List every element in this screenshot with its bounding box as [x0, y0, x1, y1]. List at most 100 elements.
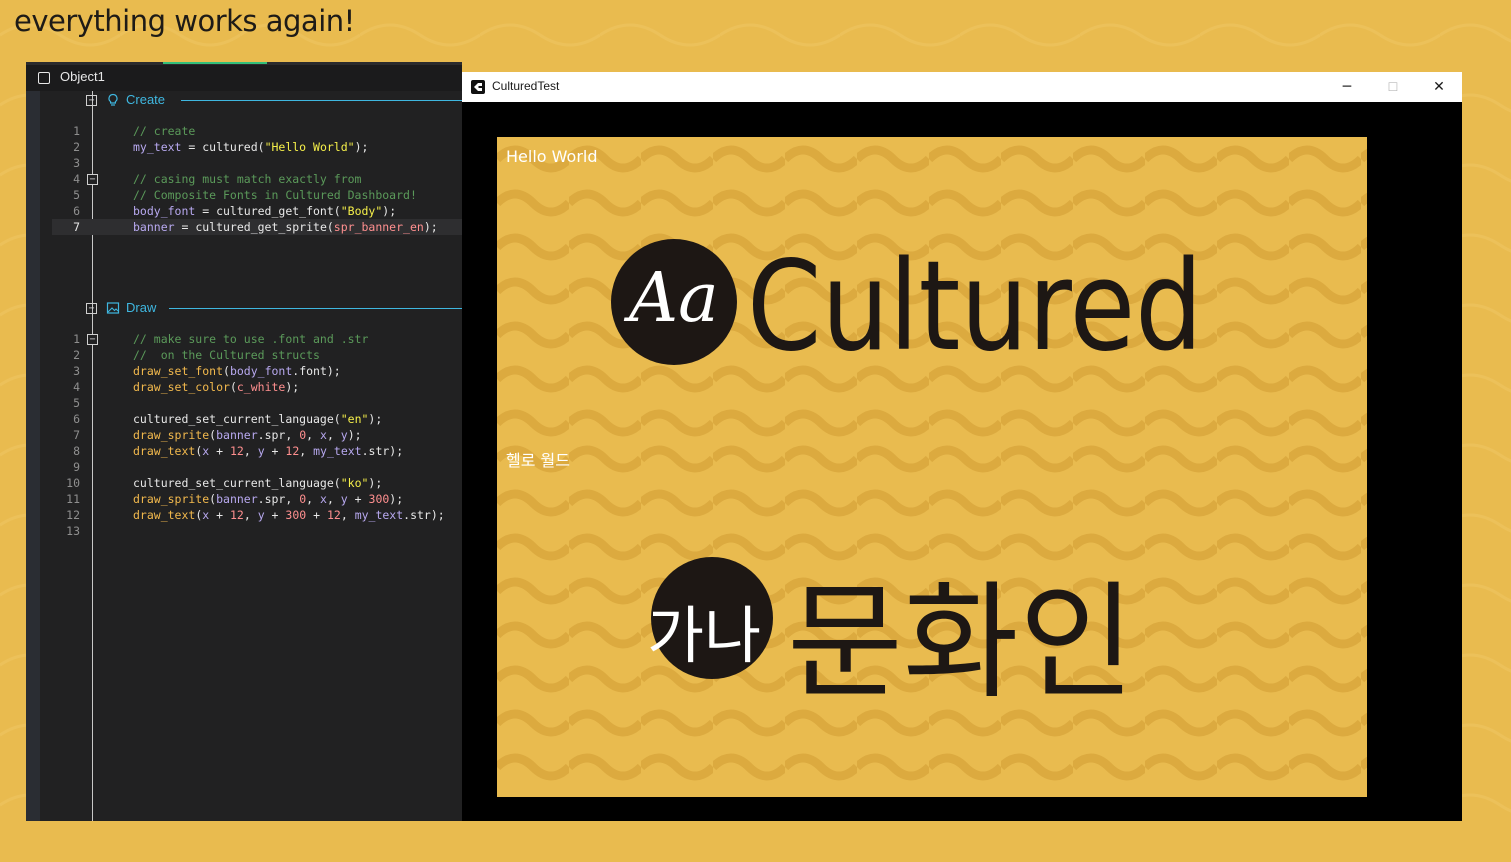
- code-line[interactable]: 3 draw_set_font(body_font.font);: [52, 363, 462, 379]
- section-divider: [181, 100, 462, 101]
- code-token: ,: [243, 444, 258, 458]
- banner-ko: 헬로 월드 가나 문화인: [497, 437, 1367, 797]
- draw-event-label: Draw: [126, 300, 157, 315]
- code-token: spr_banner_en: [333, 220, 424, 234]
- code-line[interactable]: 5 // Composite Fonts in Cultured Dashboar…: [52, 187, 462, 203]
- code-line[interactable]: 4 draw_set_color(c_white);: [52, 379, 462, 395]
- code-line[interactable]: 2 // on the Cultured structs: [52, 347, 462, 363]
- code-token: banner: [133, 220, 175, 234]
- code-text: my_text = cultured("Hello World");: [133, 139, 368, 155]
- logo-mark: 가나: [647, 599, 762, 672]
- code-token: c_white: [236, 380, 286, 394]
- line-number: 4: [73, 172, 80, 186]
- code-token: my_text: [313, 444, 362, 458]
- game-canvas[interactable]: Hello World Aa Cultured 헬로 월드 가나 문화인: [462, 102, 1462, 821]
- code-token: .str);: [403, 508, 445, 522]
- code-token: draw_sprite: [133, 428, 210, 442]
- code-text: draw_set_font(body_font.font);: [133, 363, 341, 379]
- line-number: 12: [66, 508, 80, 522]
- code-token: draw_text: [133, 508, 196, 522]
- code-token: ,: [306, 428, 320, 442]
- code-token: x: [320, 428, 327, 442]
- code-token: );: [423, 220, 438, 234]
- collapse-icon[interactable]: −: [86, 95, 97, 106]
- code-line[interactable]: 2 my_text = cultured("Hello World");: [52, 139, 462, 155]
- code-token: +: [347, 492, 369, 506]
- code-token: .font);: [292, 364, 341, 378]
- code-line[interactable]: 12 draw_text(x + 12, y + 300 + 12, my_tex…: [52, 507, 462, 523]
- code-token: .spr,: [257, 492, 300, 506]
- code-text: draw_text(x + 12, y + 12, my_text.str);: [133, 443, 403, 459]
- code-token: body_font: [133, 204, 196, 218]
- create-event-header[interactable]: − Create: [86, 92, 462, 110]
- code-line[interactable]: 7 banner = cultured_get_sprite(spr_banner…: [52, 219, 462, 235]
- code-line[interactable]: 10 cultured_set_current_language("ko");: [52, 475, 462, 491]
- code-line[interactable]: 11 draw_sprite(banner.spr, 0, x, y + 300)…: [52, 491, 462, 507]
- code-line[interactable]: 9: [52, 459, 462, 475]
- code-token: "en": [340, 412, 369, 426]
- code-token: cultured_set_current_language(: [133, 476, 341, 490]
- maximize-button[interactable]: ☐: [1370, 72, 1416, 102]
- korean-hello-world-text: 헬로 월드: [506, 451, 570, 470]
- code-token: ,: [306, 492, 320, 506]
- code-token: );: [285, 380, 300, 394]
- logo-wordmark: 문화인: [787, 569, 1135, 716]
- code-token: );: [382, 204, 397, 218]
- code-token: my_text: [133, 140, 182, 154]
- code-line[interactable]: 7 draw_sprite(banner.spr, 0, x, y);: [52, 427, 462, 443]
- code-line[interactable]: 8 draw_text(x + 12, y + 12, my_text.str);: [52, 443, 462, 459]
- code-token: "ko": [340, 476, 369, 490]
- code-text: // on the Cultured structs: [133, 347, 320, 363]
- code-line[interactable]: 5: [52, 395, 462, 411]
- line-number: 3: [73, 364, 80, 378]
- window-titlebar[interactable]: CulturedTest ─ ☐ ✕: [462, 72, 1462, 102]
- editor-gutter: [26, 91, 40, 821]
- code-token: // casing must match exactly from: [133, 172, 362, 186]
- code-token: 12: [326, 508, 341, 522]
- code-token: draw_set_color: [133, 380, 230, 394]
- fold-toggle-icon[interactable]: −: [87, 174, 98, 185]
- code-token: draw_set_font: [133, 364, 224, 378]
- minimize-button[interactable]: ─: [1324, 72, 1370, 102]
- code-text: body_font = cultured_get_font("Body");: [133, 203, 396, 219]
- line-number: 9: [73, 460, 80, 474]
- gamemaker-logo-icon: [471, 80, 485, 94]
- code-token: banner: [216, 492, 258, 506]
- code-token: +: [209, 508, 230, 522]
- code-line[interactable]: 1 // make sure to use .font and .str: [52, 331, 462, 347]
- code-token: = cultured(: [181, 140, 265, 154]
- game-window: CulturedTest ─ ☐ ✕ Hello World Aa Cultur…: [462, 72, 1462, 821]
- code-line[interactable]: 1 // create: [52, 123, 462, 139]
- code-token: my_text: [354, 508, 404, 522]
- code-token: +: [306, 508, 327, 522]
- section-divider: [169, 308, 462, 309]
- code-text: banner = cultured_get_sprite(spr_banner_…: [133, 219, 438, 235]
- code-line[interactable]: 4 // casing must match exactly from: [52, 171, 462, 187]
- logo-wordmark: Cultured: [747, 235, 1203, 379]
- code-token: y: [257, 508, 265, 522]
- line-number: 7: [73, 220, 80, 234]
- code-text: // Composite Fonts in Cultured Dashboard…: [133, 187, 417, 203]
- code-line[interactable]: 13: [52, 523, 462, 539]
- code-text: cultured_set_current_language("en");: [133, 411, 382, 427]
- code-token: y: [340, 492, 348, 506]
- line-number: 10: [66, 476, 80, 490]
- fold-toggle-icon[interactable]: −: [87, 334, 98, 345]
- code-line[interactable]: 6 cultured_set_current_language("en");: [52, 411, 462, 427]
- code-text: cultured_set_current_language("ko");: [133, 475, 382, 491]
- code-token: 300: [368, 492, 390, 506]
- code-line[interactable]: 6 body_font = cultured_get_font("Body");: [52, 203, 462, 219]
- collapse-icon[interactable]: −: [86, 303, 97, 314]
- editor-titlebar[interactable]: Object1: [26, 65, 462, 91]
- create-event-label: Create: [126, 92, 166, 107]
- code-token: );: [354, 140, 369, 154]
- code-token: +: [264, 508, 286, 522]
- code-token: // on the Cultured structs: [133, 348, 320, 362]
- code-token: x: [320, 492, 327, 506]
- close-button[interactable]: ✕: [1416, 72, 1462, 102]
- code-line[interactable]: 3: [52, 155, 462, 171]
- line-number: 8: [73, 444, 80, 458]
- code-token: 12: [229, 508, 244, 522]
- draw-event-header[interactable]: − Draw: [86, 300, 462, 318]
- code-token: 12: [285, 444, 300, 458]
